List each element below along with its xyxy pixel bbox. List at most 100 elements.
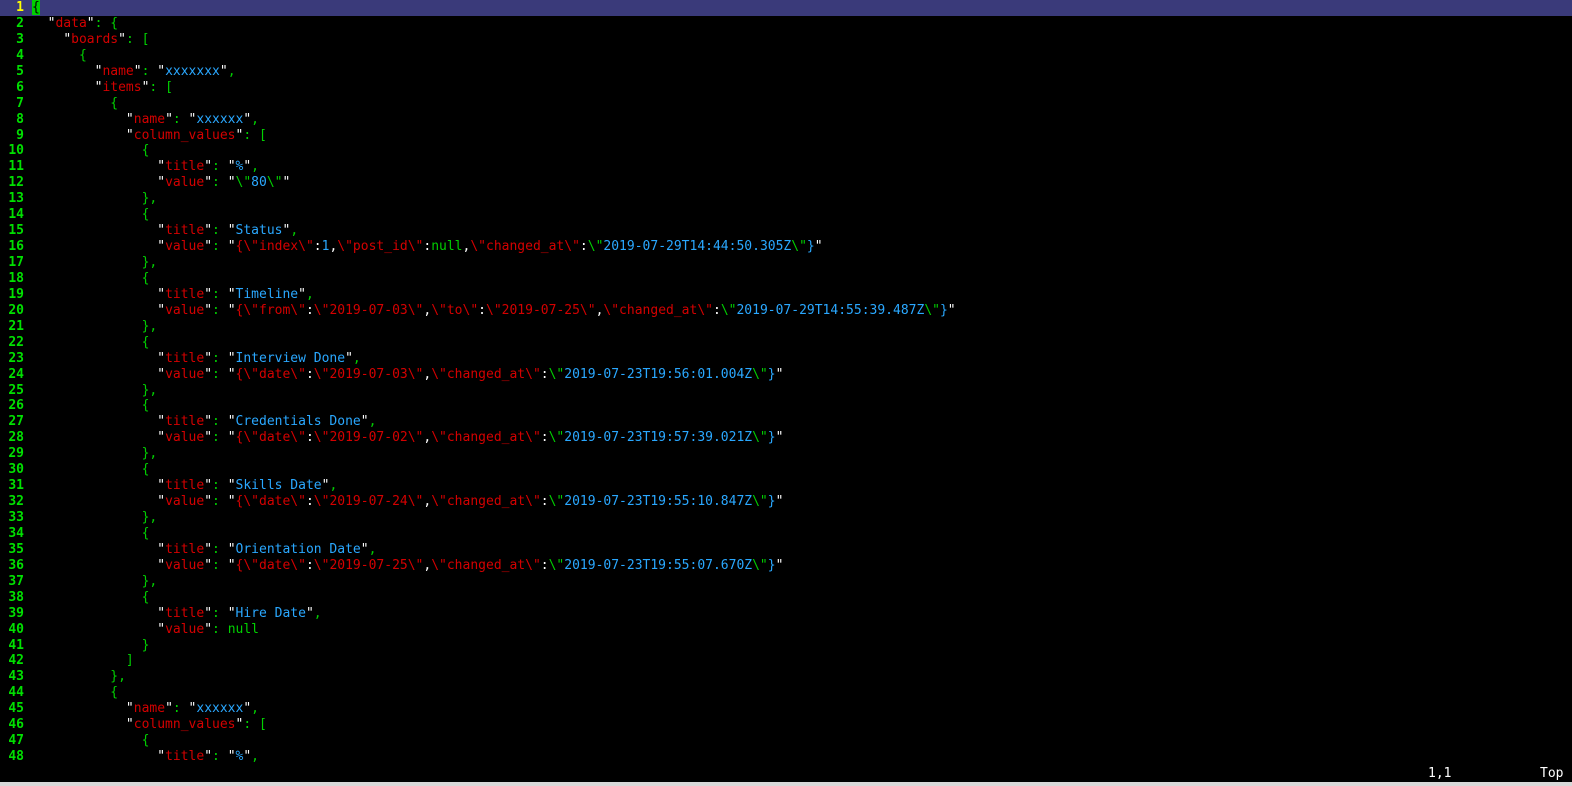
line-content[interactable]: "name": "xxxxxx",: [32, 112, 259, 128]
line-content[interactable]: "title": "Skills Date",: [32, 478, 337, 494]
line-content[interactable]: },: [32, 669, 126, 685]
code-line[interactable]: 14 {: [0, 207, 1572, 223]
code-line[interactable]: 23 "title": "Interview Done",: [0, 351, 1572, 367]
line-content[interactable]: "title": "Timeline",: [32, 287, 314, 303]
code-line[interactable]: 9 "column_values": [: [0, 128, 1572, 144]
line-content[interactable]: "data": {: [32, 16, 118, 32]
code-line[interactable]: 40 "value": null: [0, 622, 1572, 638]
line-content[interactable]: "value": "{\"date\":\"2019-07-03\",\"cha…: [32, 367, 783, 383]
code-line[interactable]: 31 "title": "Skills Date",: [0, 478, 1572, 494]
syntax-token: }: [806, 239, 815, 255]
code-line[interactable]: 17 },: [0, 255, 1572, 271]
code-line[interactable]: 45 "name": "xxxxxx",: [0, 701, 1572, 717]
code-line[interactable]: 4 {: [0, 48, 1572, 64]
code-line[interactable]: 38 {: [0, 590, 1572, 606]
line-content[interactable]: {: [32, 398, 150, 414]
code-line[interactable]: 18 {: [0, 271, 1572, 287]
line-content[interactable]: "items": [: [32, 80, 173, 96]
code-line[interactable]: 42 ]: [0, 653, 1572, 669]
code-line[interactable]: 44 {: [0, 685, 1572, 701]
line-content[interactable]: "title": "Status",: [32, 223, 298, 239]
line-content[interactable]: {: [32, 0, 40, 16]
code-line[interactable]: 25 },: [0, 383, 1572, 399]
code-line[interactable]: 29 },: [0, 446, 1572, 462]
line-content[interactable]: "boards": [: [32, 32, 149, 48]
line-content[interactable]: },: [32, 319, 158, 335]
line-content[interactable]: {: [32, 271, 150, 287]
code-line[interactable]: 5 "name": "xxxxxxx",: [0, 64, 1572, 80]
code-line[interactable]: 36 "value": "{\"date\":\"2019-07-25\",\"…: [0, 558, 1572, 574]
syntax-token: :: [212, 430, 228, 446]
code-line[interactable]: 24 "value": "{\"date\":\"2019-07-03\",\"…: [0, 367, 1572, 383]
line-content[interactable]: "name": "xxxxxx",: [32, 701, 259, 717]
line-content[interactable]: ]: [32, 653, 134, 669]
line-content[interactable]: {: [32, 335, 150, 351]
code-line[interactable]: 13 },: [0, 191, 1572, 207]
line-content[interactable]: "value": "\"80\"": [32, 175, 290, 191]
line-content[interactable]: },: [32, 510, 158, 526]
code-line[interactable]: 11 "title": "%",: [0, 159, 1572, 175]
line-content[interactable]: {: [32, 143, 150, 159]
line-content[interactable]: "value": "{\"date\":\"2019-07-25\",\"cha…: [32, 558, 783, 574]
code-line[interactable]: 20 "value": "{\"from\":\"2019-07-03\",\"…: [0, 303, 1572, 319]
code-line[interactable]: 27 "title": "Credentials Done",: [0, 414, 1572, 430]
code-line[interactable]: 46 "column_values": [: [0, 717, 1572, 733]
line-content[interactable]: "title": "Interview Done",: [32, 351, 361, 367]
line-content[interactable]: {: [32, 462, 150, 478]
code-line[interactable]: 15 "title": "Status",: [0, 223, 1572, 239]
code-line[interactable]: 41 }: [0, 638, 1572, 654]
syntax-token: ": [227, 430, 236, 446]
code-line[interactable]: 2 "data": {: [0, 16, 1572, 32]
line-content[interactable]: "value": "{\"index\":1,\"post_id\":null,…: [32, 239, 822, 255]
code-line[interactable]: 10 {: [0, 143, 1572, 159]
code-line[interactable]: 43 },: [0, 669, 1572, 685]
code-line[interactable]: 28 "value": "{\"date\":\"2019-07-02\",\"…: [0, 430, 1572, 446]
code-line[interactable]: 7 {: [0, 96, 1572, 112]
code-line[interactable]: 26 {: [0, 398, 1572, 414]
code-line[interactable]: 22 {: [0, 335, 1572, 351]
line-content[interactable]: "name": "xxxxxxx",: [32, 64, 236, 80]
line-content[interactable]: },: [32, 255, 158, 271]
code-line[interactable]: 1{: [0, 0, 1572, 16]
line-content[interactable]: "title": "Credentials Done",: [32, 414, 376, 430]
line-content[interactable]: },: [32, 574, 158, 590]
code-line[interactable]: 3 "boards": [: [0, 32, 1572, 48]
code-line[interactable]: 30 {: [0, 462, 1572, 478]
code-line[interactable]: 37 },: [0, 574, 1572, 590]
line-content[interactable]: "title": "Orientation Date",: [32, 542, 376, 558]
line-content[interactable]: {: [32, 526, 150, 542]
code-line[interactable]: 35 "title": "Orientation Date",: [0, 542, 1572, 558]
code-line[interactable]: 6 "items": [: [0, 80, 1572, 96]
line-content[interactable]: {: [32, 207, 150, 223]
line-content[interactable]: {: [32, 733, 150, 749]
line-content[interactable]: "value": null: [32, 622, 259, 638]
line-content[interactable]: },: [32, 191, 158, 207]
line-content[interactable]: "value": "{\"from\":\"2019-07-03\",\"to\…: [32, 303, 955, 319]
code-line[interactable]: 16 "value": "{\"index\":1,\"post_id\":nu…: [0, 239, 1572, 255]
code-line[interactable]: 47 {: [0, 733, 1572, 749]
vim-editor-buffer[interactable]: 1{2 "data": {3 "boards": [4 {5 "name": "…: [0, 0, 1572, 766]
code-line[interactable]: 34 {: [0, 526, 1572, 542]
code-line[interactable]: 33 },: [0, 510, 1572, 526]
line-content[interactable]: "value": "{\"date\":\"2019-07-02\",\"cha…: [32, 430, 783, 446]
line-content[interactable]: }: [32, 638, 150, 654]
line-content[interactable]: {: [32, 590, 150, 606]
code-line[interactable]: 48 "title": "%",: [0, 749, 1572, 765]
line-content[interactable]: "column_values": [: [32, 128, 267, 144]
line-content[interactable]: "title": "Hire Date",: [32, 606, 321, 622]
code-line[interactable]: 21 },: [0, 319, 1572, 335]
code-line[interactable]: 19 "title": "Timeline",: [0, 287, 1572, 303]
line-content[interactable]: },: [32, 446, 158, 462]
line-content[interactable]: {: [32, 685, 118, 701]
line-content[interactable]: {: [32, 48, 87, 64]
code-line[interactable]: 8 "name": "xxxxxx",: [0, 112, 1572, 128]
line-content[interactable]: "value": "{\"date\":\"2019-07-24\",\"cha…: [32, 494, 783, 510]
line-content[interactable]: {: [32, 96, 118, 112]
code-line[interactable]: 32 "value": "{\"date\":\"2019-07-24\",\"…: [0, 494, 1572, 510]
line-content[interactable]: },: [32, 383, 158, 399]
line-content[interactable]: "title": "%",: [32, 749, 259, 765]
code-line[interactable]: 12 "value": "\"80\"": [0, 175, 1572, 191]
line-content[interactable]: "title": "%",: [32, 159, 259, 175]
line-content[interactable]: "column_values": [: [32, 717, 267, 733]
code-line[interactable]: 39 "title": "Hire Date",: [0, 606, 1572, 622]
